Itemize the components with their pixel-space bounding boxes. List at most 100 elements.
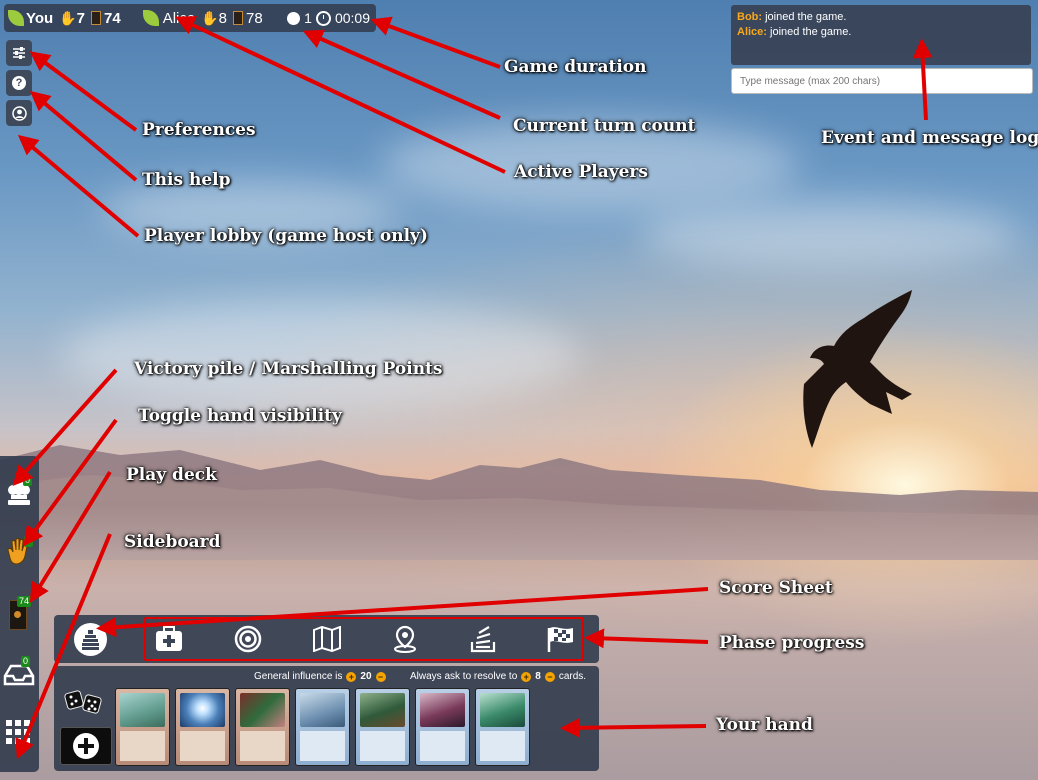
cloud <box>60 300 580 410</box>
hand-size: ✋ 7 <box>59 10 85 27</box>
phase-site-button[interactable] <box>390 624 420 654</box>
deck-size: 74 <box>91 10 121 27</box>
label-score-sheet: Score Sheet <box>719 578 833 598</box>
ask-suffix: cards. <box>558 671 587 682</box>
phase-stack-button[interactable] <box>468 624 498 654</box>
toggle-hand-button[interactable]: 7 <box>4 536 34 566</box>
label-toggle-hand: Toggle hand visibility <box>138 406 342 426</box>
influence-label: General influence is <box>254 671 343 682</box>
sideboard-button[interactable]: 0 <box>3 656 35 688</box>
card-text <box>240 731 285 761</box>
influence-value: 20 <box>360 671 372 682</box>
play-deck-button[interactable]: 74 <box>7 596 32 630</box>
phase-organize-button[interactable] <box>154 624 184 654</box>
score-sheet-button[interactable] <box>74 623 107 656</box>
card-art <box>480 693 525 727</box>
hand-card[interactable] <box>175 688 230 766</box>
score-sheet-icon <box>82 630 99 650</box>
label-your-hand: Your hand <box>716 715 813 735</box>
label-phase-progress: Phase progress <box>719 633 865 653</box>
deck-count: 74 <box>104 9 121 27</box>
plus-circle-icon <box>73 733 99 759</box>
card-text <box>300 731 345 761</box>
deck-icon <box>232 11 243 25</box>
add-card-button[interactable] <box>60 727 112 765</box>
map-icon <box>313 626 341 652</box>
game-status: 1 00:09 <box>287 10 370 26</box>
ask-value: 8 <box>535 671 541 682</box>
dice-icon <box>64 690 102 714</box>
hand-card[interactable] <box>355 688 410 766</box>
dice-button[interactable] <box>64 688 104 716</box>
hand-card[interactable] <box>295 688 350 766</box>
turn-count: 1 <box>304 10 312 26</box>
label-active-players: Active Players <box>514 162 648 182</box>
hand-icon: ✋ <box>59 9 77 26</box>
player-alice[interactable]: Alice ✋ 8 78 <box>142 9 263 27</box>
help-button[interactable]: ? <box>6 70 32 96</box>
card-text <box>420 731 465 761</box>
grid-icon <box>6 720 30 744</box>
phase-map-button[interactable] <box>312 624 342 654</box>
message-input[interactable] <box>731 68 1033 94</box>
stack-icon <box>470 626 496 653</box>
plus-icon[interactable]: + <box>521 671 532 682</box>
hand-count: 7 <box>76 9 85 27</box>
card-art <box>180 693 225 727</box>
tray-icon <box>3 664 35 686</box>
hand-count: 7 <box>24 536 34 547</box>
card-art <box>240 693 285 727</box>
phase-target-button[interactable] <box>233 624 263 654</box>
hand-card[interactable] <box>415 688 470 766</box>
preferences-button[interactable] <box>6 40 32 66</box>
minus-icon[interactable]: − <box>375 671 386 682</box>
player-you[interactable]: You ✋ 7 74 <box>8 10 121 27</box>
ask-label: Always ask to resolve to <box>410 671 518 682</box>
log-author: Alice: <box>737 26 767 38</box>
sideboard-count: 0 <box>21 656 31 667</box>
label-sideboard: Sideboard <box>124 532 221 552</box>
first-aid-kit-icon <box>156 626 182 651</box>
log-text: joined the game. <box>765 11 847 23</box>
deck-count: 74 <box>17 596 32 607</box>
label-game-duration: Game duration <box>504 57 647 77</box>
hand-count: 8 <box>218 9 227 27</box>
arrow-turn-count <box>302 29 501 120</box>
arrow-game-duration <box>370 16 501 69</box>
event-log: Bob: joined the game. Alice: joined the … <box>731 5 1031 65</box>
map-marker-icon <box>394 625 416 653</box>
active-players-bar: You ✋ 7 74 Alice ✋ 8 78 1 00:09 <box>4 4 376 32</box>
player-name: Alice <box>162 9 196 27</box>
eagle-silhouette <box>803 290 912 448</box>
phase-end-button[interactable] <box>546 624 576 654</box>
phase-progress <box>144 617 584 661</box>
player-lobby-button[interactable] <box>6 100 32 126</box>
globe-icon <box>287 11 301 25</box>
card-art <box>120 693 165 727</box>
plus-icon[interactable]: + <box>346 671 357 682</box>
label-turn-count: Current turn count <box>513 116 696 136</box>
victory-count: 0 <box>23 475 33 486</box>
grid-menu-button[interactable] <box>4 718 34 748</box>
label-event-log: Event and message log <box>821 128 1038 148</box>
log-entry: Bob: joined the game. <box>737 10 1025 25</box>
game-duration: 00:09 <box>334 10 370 26</box>
label-lobby: Player lobby (game host only) <box>144 226 428 246</box>
label-play-deck: Play deck <box>126 465 217 485</box>
hand-card[interactable] <box>475 688 530 766</box>
card-art <box>300 693 345 727</box>
sliders-icon <box>13 47 25 59</box>
cloud <box>640 200 1020 270</box>
arrow-help <box>29 90 138 182</box>
checkered-flag-icon <box>547 627 573 652</box>
general-influence: General influence is + 20 − <box>254 671 386 682</box>
log-author: Bob: <box>737 11 763 23</box>
hand-card[interactable] <box>235 688 290 766</box>
minus-icon[interactable]: − <box>544 671 555 682</box>
victory-pile-button[interactable]: 0 <box>5 475 33 507</box>
hand-card[interactable] <box>115 688 170 766</box>
clock-icon <box>315 10 331 26</box>
card-text <box>180 731 225 761</box>
deck-count: 78 <box>245 9 263 27</box>
target-icon <box>234 625 262 653</box>
